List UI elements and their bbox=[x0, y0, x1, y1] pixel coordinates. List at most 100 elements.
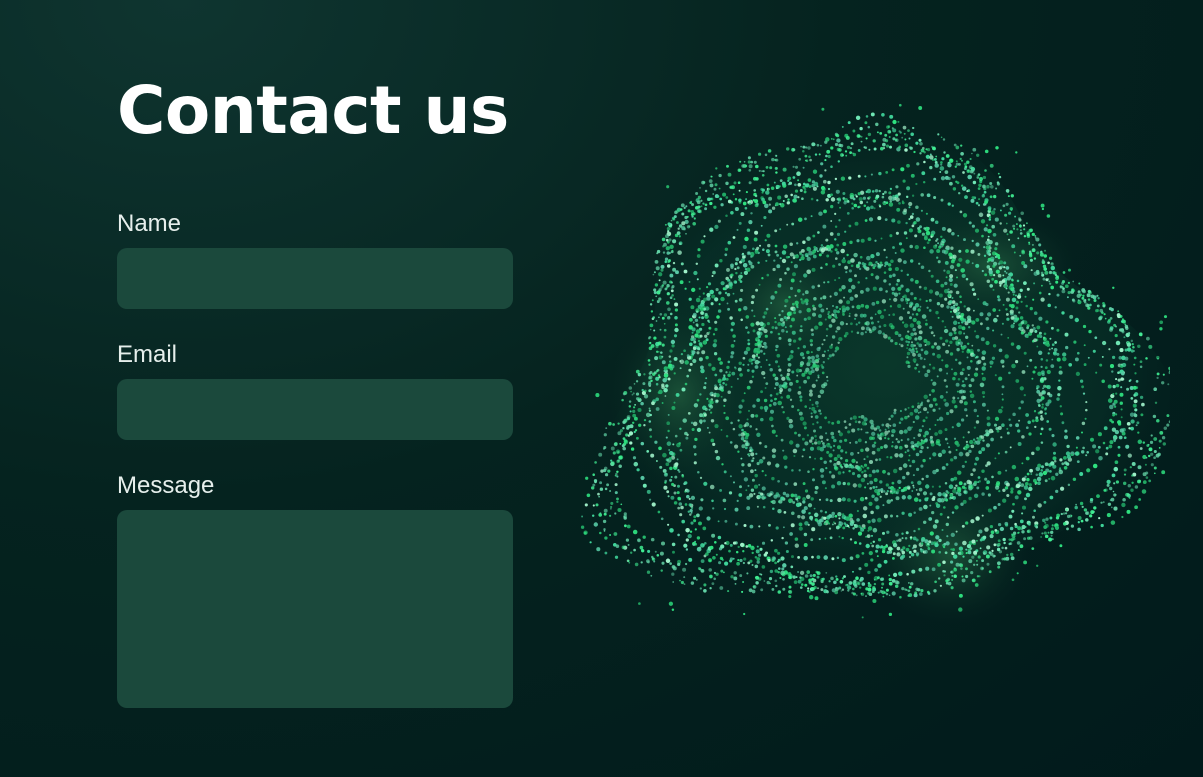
particle-dot bbox=[685, 436, 689, 440]
particle-dot bbox=[992, 554, 996, 558]
particle-dot bbox=[709, 289, 714, 295]
particle-dot bbox=[847, 589, 850, 592]
particle-dot bbox=[950, 159, 952, 161]
particle-dot bbox=[784, 326, 787, 329]
particle-dot bbox=[781, 567, 785, 571]
particle-dot bbox=[903, 208, 908, 213]
particle-dot bbox=[1106, 479, 1111, 485]
particle-dot bbox=[920, 445, 924, 450]
particle-dot bbox=[974, 462, 977, 466]
particle-dot bbox=[912, 486, 915, 489]
particle-dot bbox=[787, 179, 790, 183]
particle-dot bbox=[910, 292, 914, 296]
particle-dot bbox=[1074, 451, 1079, 456]
particle-dot bbox=[908, 582, 910, 584]
particle-dot bbox=[1016, 541, 1021, 545]
particle-dot bbox=[730, 211, 734, 215]
particle-dot bbox=[623, 516, 627, 520]
particle-dot bbox=[706, 516, 711, 521]
particle-dot bbox=[602, 447, 606, 450]
particle-dot bbox=[810, 343, 813, 347]
email-field[interactable] bbox=[117, 379, 513, 440]
particle-dot bbox=[1028, 241, 1031, 244]
particle-dot bbox=[649, 323, 654, 328]
particle-dot bbox=[848, 269, 852, 273]
particle-dot bbox=[695, 310, 699, 313]
particle-dot bbox=[1014, 495, 1019, 500]
particle-dot bbox=[811, 142, 816, 147]
particle-dot bbox=[941, 528, 944, 532]
particle-dot bbox=[914, 415, 920, 420]
particle-dot bbox=[1113, 493, 1117, 497]
particle-dot bbox=[804, 441, 809, 446]
particle-dot bbox=[1137, 465, 1142, 470]
particle-dot bbox=[908, 550, 912, 554]
particle-dot bbox=[985, 464, 988, 467]
particle-dot bbox=[742, 201, 747, 206]
particle-dot bbox=[823, 338, 826, 342]
particle-dot bbox=[840, 153, 844, 157]
particle-dot bbox=[865, 321, 870, 326]
particle-dot bbox=[1038, 404, 1041, 407]
particle-dot bbox=[960, 268, 965, 273]
particle-dot bbox=[935, 503, 941, 508]
particle-dot bbox=[938, 416, 944, 422]
particle-dot bbox=[922, 365, 926, 369]
particle-dot bbox=[1054, 273, 1058, 277]
particle-dot bbox=[688, 297, 692, 301]
particle-dot bbox=[802, 345, 807, 349]
particle-dot bbox=[926, 446, 929, 449]
particle-dot bbox=[1119, 401, 1123, 405]
particle-dot bbox=[888, 283, 892, 286]
particle-dot bbox=[772, 373, 776, 377]
particle-dot bbox=[777, 509, 782, 514]
particle-dot bbox=[797, 433, 801, 437]
particle-dot bbox=[830, 193, 833, 197]
particle-dot bbox=[980, 566, 984, 571]
particle-dot bbox=[1034, 235, 1037, 237]
particle-dot bbox=[979, 547, 982, 550]
particle-dot bbox=[965, 249, 969, 253]
particle-dot bbox=[849, 296, 854, 301]
name-field[interactable] bbox=[117, 248, 513, 309]
particle-dot bbox=[765, 307, 769, 311]
particle-dot bbox=[1049, 337, 1052, 340]
particle-dot bbox=[864, 331, 867, 334]
particle-dot bbox=[891, 127, 894, 130]
particle-dot bbox=[795, 379, 799, 383]
particle-dot bbox=[660, 517, 664, 521]
message-field[interactable] bbox=[117, 510, 513, 708]
particle-dot bbox=[1102, 441, 1106, 445]
particle-dot bbox=[669, 280, 673, 284]
particle-dot bbox=[1035, 525, 1039, 529]
particle-dot bbox=[977, 359, 982, 364]
particle-dot bbox=[753, 160, 757, 164]
particle-dot bbox=[991, 224, 996, 229]
particle-dot bbox=[734, 366, 736, 369]
particle-dot bbox=[689, 362, 693, 366]
particle-dot bbox=[658, 279, 661, 282]
particle-dot bbox=[1010, 304, 1015, 309]
particle-dot bbox=[789, 398, 793, 401]
particle-dot bbox=[909, 244, 913, 249]
particle-dot bbox=[649, 498, 652, 501]
particle-dot bbox=[700, 559, 705, 563]
particle-dot bbox=[925, 212, 928, 215]
particle-dot bbox=[952, 308, 958, 313]
particle-dot bbox=[811, 359, 816, 364]
particle-dot bbox=[696, 254, 701, 258]
particle-dot bbox=[977, 252, 981, 256]
particle-dot bbox=[1021, 261, 1026, 265]
particle-dot bbox=[692, 321, 695, 324]
particle-dot bbox=[885, 492, 889, 496]
particle-dot bbox=[1137, 344, 1141, 349]
particle-dot bbox=[608, 421, 612, 426]
particle-dot bbox=[921, 477, 924, 481]
particle-dot bbox=[811, 442, 814, 445]
particle-dot bbox=[875, 485, 878, 489]
particle-dot bbox=[921, 314, 927, 319]
particle-dot bbox=[992, 308, 997, 312]
particle-dot bbox=[811, 369, 815, 374]
particle-dot bbox=[637, 538, 641, 542]
particle-dot bbox=[796, 374, 799, 377]
